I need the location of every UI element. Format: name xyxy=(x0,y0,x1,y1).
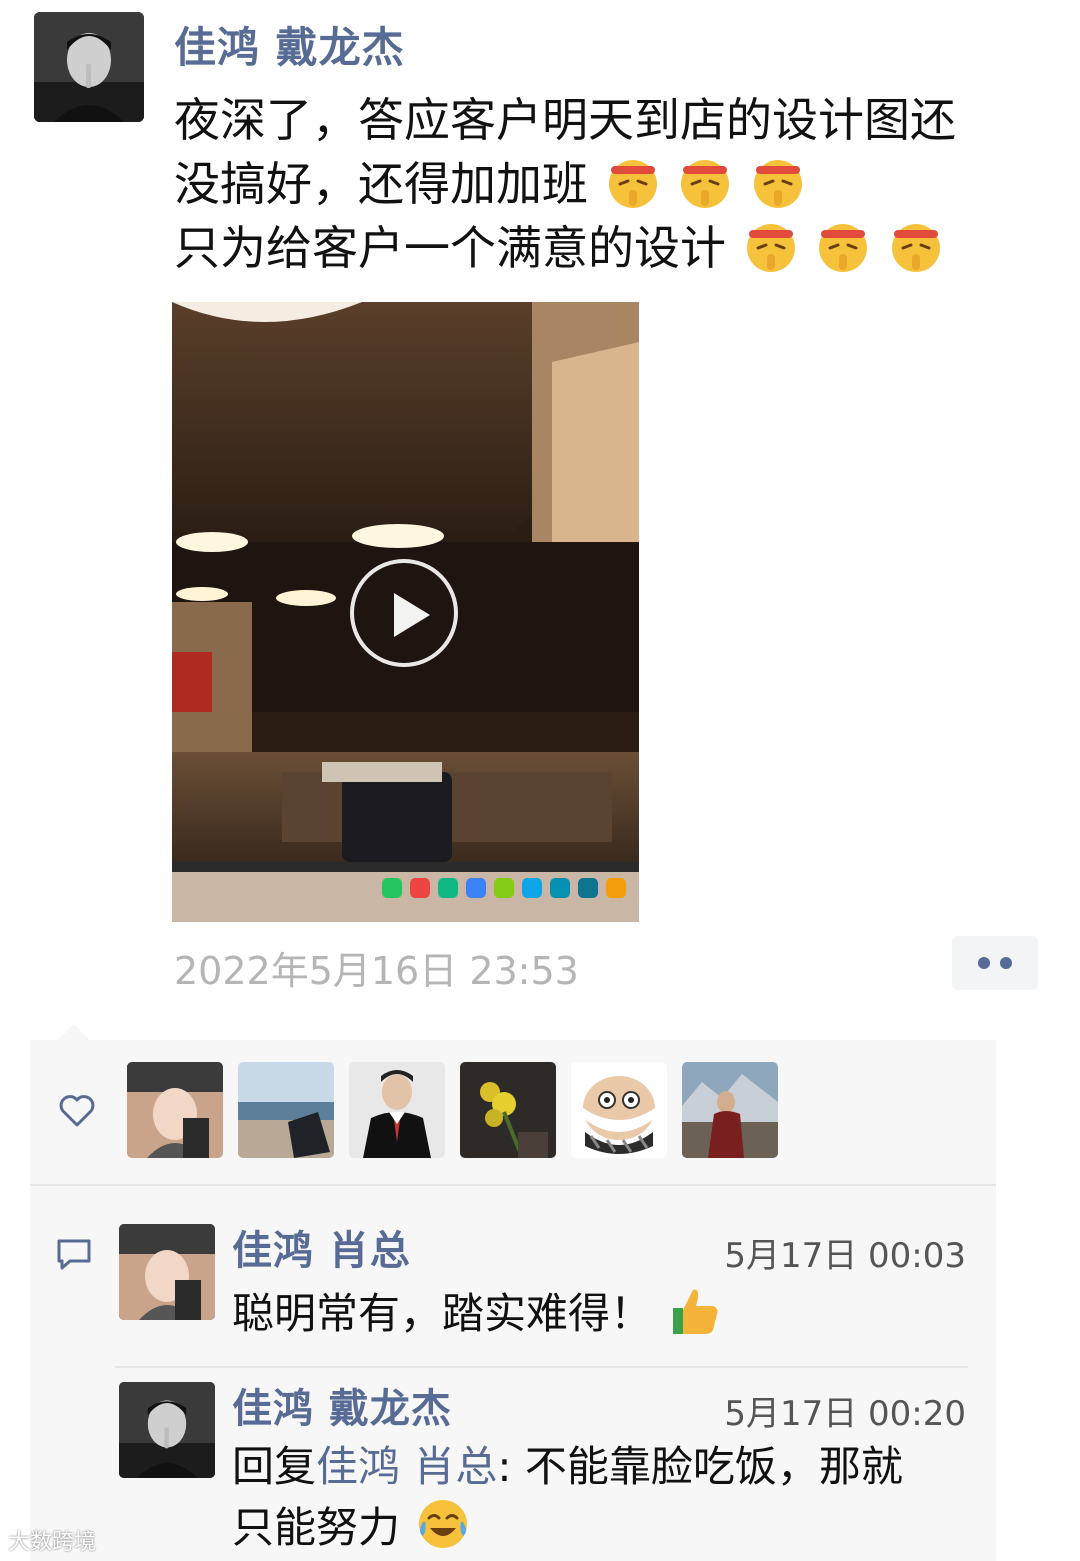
post-text: 夜深了，答应客户明天到店的设计图还 没搞好，还得加加班 只为给客户一个满意的设计 xyxy=(174,88,1054,280)
shushing-face-emoji xyxy=(753,160,802,208)
commenter-avatar[interactable] xyxy=(119,1224,215,1320)
liker-avatar[interactable] xyxy=(238,1062,334,1158)
shushing-face-emoji xyxy=(819,224,868,272)
post-video[interactable] xyxy=(172,302,639,922)
panel-divider xyxy=(30,1184,996,1186)
shushing-face-emoji xyxy=(746,224,795,272)
comment-author[interactable]: 佳鸿 戴龙杰 xyxy=(232,1376,452,1434)
reply-separator: : xyxy=(497,1442,512,1491)
thumbs-up-emoji xyxy=(673,1289,718,1334)
shushing-face-emoji xyxy=(608,160,657,208)
comment-time: 5月17日 00:20 xyxy=(724,1394,966,1434)
liker-avatar[interactable] xyxy=(460,1062,556,1158)
post-timestamp: 2022年5月16日 23:53 xyxy=(174,949,579,993)
commenter-avatar[interactable] xyxy=(119,1382,215,1478)
watermark: 大数跨境 xyxy=(8,1530,97,1555)
post-text-line: 没搞好，还得加加班 xyxy=(174,152,1054,216)
comment-text: 回复佳鸿 肖总: 不能靠脸吃饭，那就 只能努力 xyxy=(232,1438,962,1557)
shushing-face-emoji xyxy=(681,160,730,208)
post-text-segment: 没搞好，还得加加班 xyxy=(174,157,588,211)
play-icon[interactable] xyxy=(350,559,458,667)
heart-outline-icon xyxy=(59,1095,95,1127)
reply-prefix: 回复 xyxy=(232,1442,317,1491)
liker-avatar[interactable] xyxy=(127,1062,223,1158)
poster-avatar[interactable] xyxy=(34,12,144,122)
more-dots-icon[interactable] xyxy=(952,936,1038,990)
comment-time: 5月17日 00:03 xyxy=(724,1236,966,1276)
comment-text: 聪明常有，踏实难得！ xyxy=(232,1282,723,1343)
liker-avatar[interactable] xyxy=(682,1062,778,1158)
comment-bubble-icon xyxy=(57,1239,91,1270)
post-text-line: 只为给客户一个满意的设计 xyxy=(174,216,1054,280)
comment-text-body: 聪明常有，踏实难得！ xyxy=(232,1289,653,1338)
comment-divider xyxy=(115,1366,968,1368)
liker-avatar[interactable] xyxy=(571,1062,667,1158)
comment-text-body: 只能努力 xyxy=(232,1503,401,1552)
reply-to-name[interactable]: 佳鸿 肖总 xyxy=(316,1442,497,1491)
shushing-face-emoji xyxy=(891,224,940,272)
post-text-line: 夜深了，答应客户明天到店的设计图还 xyxy=(174,93,956,147)
crying-laughing-emoji xyxy=(419,1500,468,1548)
comment-author[interactable]: 佳鸿 肖总 xyxy=(232,1218,411,1276)
post-text-segment: 只为给客户一个满意的设计 xyxy=(174,221,726,275)
panel-pointer xyxy=(58,1024,90,1040)
liker-avatar[interactable] xyxy=(349,1062,445,1158)
comment-text-body: 不能靠脸吃饭，那就 xyxy=(511,1442,903,1491)
poster-name[interactable]: 佳鸿 戴龙杰 xyxy=(174,14,405,75)
